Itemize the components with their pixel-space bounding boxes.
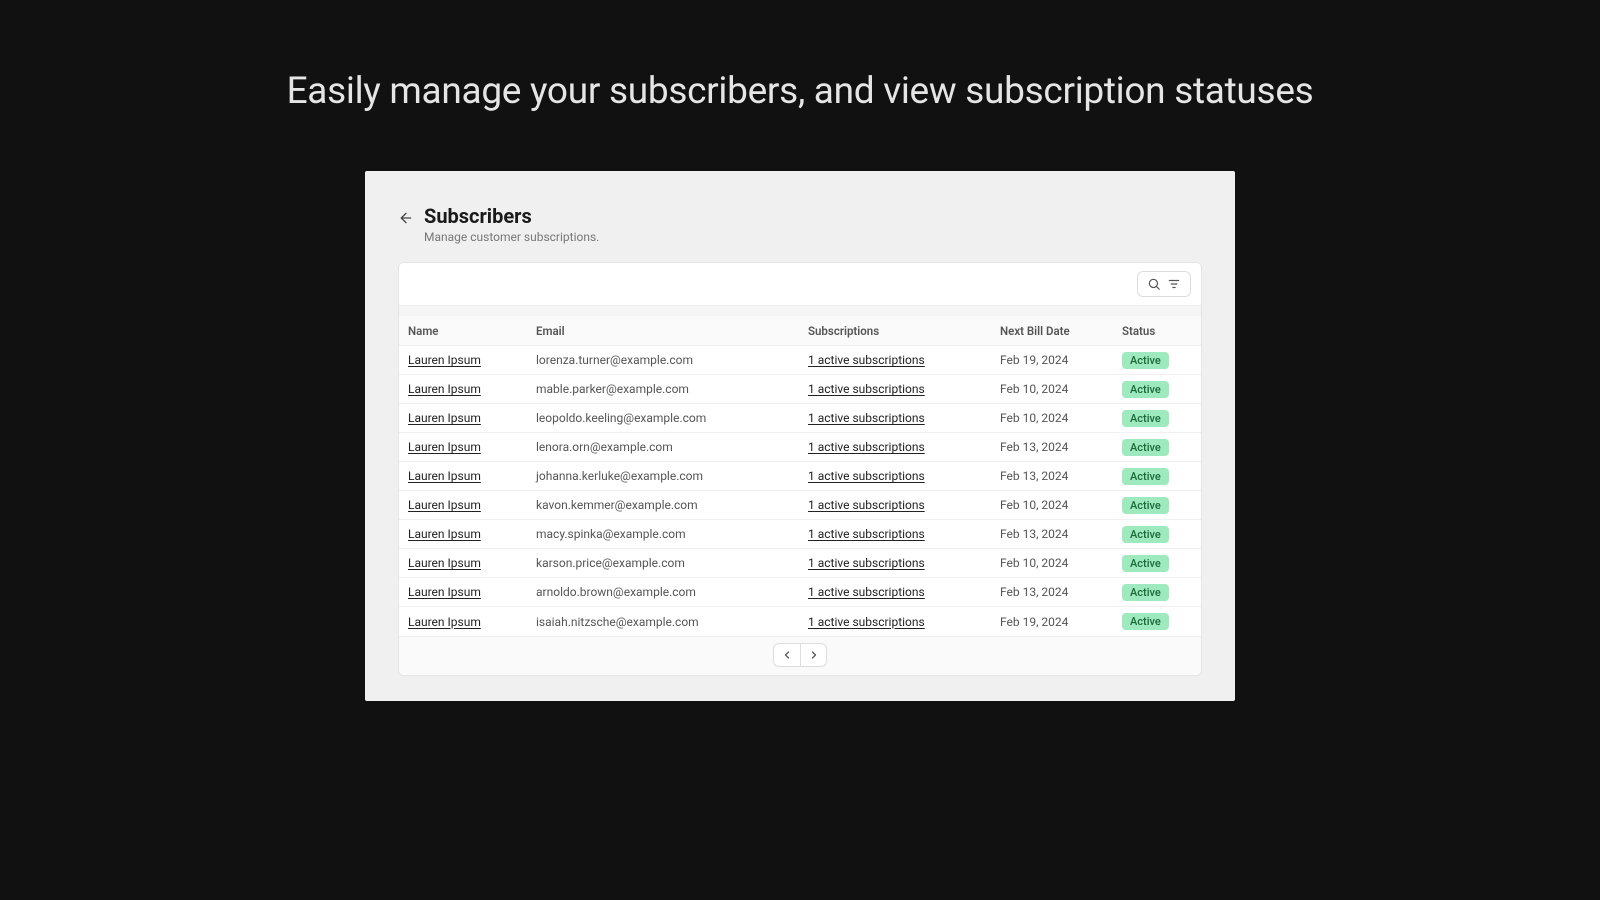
col-status: Status [1122,324,1202,338]
subscriptions-link[interactable]: 1 active subscriptions [808,440,925,454]
col-next-bill: Next Bill Date [1000,324,1122,338]
subscriber-name-link[interactable]: Lauren Ipsum [408,585,481,599]
table-row: Lauren Ipsum arnoldo.brown@example.com1 a… [399,578,1201,607]
table-row: Lauren Ipsum mable.parker@example.com1 ac… [399,375,1201,404]
subscriptions-link[interactable]: 1 active subscriptions [808,498,925,512]
status-badge: Active [1122,526,1169,543]
next-bill-date: Feb 10, 2024 [1000,382,1122,396]
subscriber-email: leopoldo.keeling@example.com [536,411,808,425]
page-headline: Easily manage your subscribers, and view… [287,70,1314,113]
page-subtitle: Manage customer subscriptions. [424,230,599,244]
subscriber-name-link[interactable]: Lauren Ipsum [408,527,481,541]
subscriber-name-link[interactable]: Lauren Ipsum [408,615,481,629]
table-row: Lauren Ipsum lorenza.turner@example.com1 … [399,346,1201,375]
subscriber-name-link[interactable]: Lauren Ipsum [408,440,481,454]
pager [773,643,827,667]
status-badge: Active [1122,555,1169,572]
subscriber-email: johanna.kerluke@example.com [536,469,808,483]
next-bill-date: Feb 13, 2024 [1000,527,1122,541]
subscriptions-link[interactable]: 1 active subscriptions [808,469,925,483]
subscribers-panel: Subscribers Manage customer subscription… [365,171,1235,701]
page-title: Subscribers [424,204,599,228]
subscriptions-link[interactable]: 1 active subscriptions [808,527,925,541]
subscriptions-link[interactable]: 1 active subscriptions [808,353,925,367]
search-icon [1147,277,1161,291]
status-badge: Active [1122,584,1169,601]
pagination [399,636,1201,675]
table-row: Lauren Ipsum karson.price@example.com1 ac… [399,549,1201,578]
status-badge: Active [1122,613,1169,630]
table-row: Lauren Ipsum johanna.kerluke@example.com1… [399,462,1201,491]
subscriber-name-link[interactable]: Lauren Ipsum [408,382,481,396]
subscriber-email: mable.parker@example.com [536,382,808,396]
next-bill-date: Feb 10, 2024 [1000,498,1122,512]
status-badge: Active [1122,381,1169,398]
next-bill-date: Feb 13, 2024 [1000,469,1122,483]
subscriptions-link[interactable]: 1 active subscriptions [808,585,925,599]
subscriber-email: lenora.orn@example.com [536,440,808,454]
next-bill-date: Feb 19, 2024 [1000,615,1122,629]
next-bill-date: Feb 13, 2024 [1000,440,1122,454]
subscriptions-link[interactable]: 1 active subscriptions [808,615,925,629]
table-header: Name Email Subscriptions Next Bill Date … [399,316,1201,346]
next-bill-date: Feb 19, 2024 [1000,353,1122,367]
subscriber-email: macy.spinka@example.com [536,527,808,541]
subscriber-email: kavon.kemmer@example.com [536,498,808,512]
subscriber-name-link[interactable]: Lauren Ipsum [408,411,481,425]
table-row: Lauren Ipsum isaiah.nitzsche@example.com1… [399,607,1201,636]
subscriber-name-link[interactable]: Lauren Ipsum [408,556,481,570]
subscriptions-link[interactable]: 1 active subscriptions [808,382,925,396]
next-bill-date: Feb 10, 2024 [1000,411,1122,425]
status-badge: Active [1122,468,1169,485]
table-row: Lauren Ipsum macy.spinka@example.com1 act… [399,520,1201,549]
prev-page-button[interactable] [774,644,800,666]
status-badge: Active [1122,439,1169,456]
subscriptions-link[interactable]: 1 active subscriptions [808,411,925,425]
search-filter-button[interactable] [1137,271,1191,297]
next-page-button[interactable] [800,644,826,666]
toolbar-gap [399,306,1201,316]
table-row: Lauren Ipsum leopoldo.keeling@example.com… [399,404,1201,433]
table-row: Lauren Ipsum kavon.kemmer@example.com1 ac… [399,491,1201,520]
next-bill-date: Feb 13, 2024 [1000,585,1122,599]
subscriber-email: lorenza.turner@example.com [536,353,808,367]
subscriber-name-link[interactable]: Lauren Ipsum [408,469,481,483]
card-toolbar [399,263,1201,306]
status-badge: Active [1122,497,1169,514]
col-name: Name [408,324,536,338]
back-arrow-icon[interactable] [398,210,414,226]
col-email: Email [536,324,808,338]
next-bill-date: Feb 10, 2024 [1000,556,1122,570]
status-badge: Active [1122,352,1169,369]
table-row: Lauren Ipsum lenora.orn@example.com1 acti… [399,433,1201,462]
subscriber-name-link[interactable]: Lauren Ipsum [408,498,481,512]
subscriber-email: isaiah.nitzsche@example.com [536,615,808,629]
subscribers-card: Name Email Subscriptions Next Bill Date … [398,262,1202,676]
subscriber-name-link[interactable]: Lauren Ipsum [408,353,481,367]
subscriber-email: arnoldo.brown@example.com [536,585,808,599]
table-body: Lauren Ipsumlorenza.turner@example.com1 … [399,346,1201,636]
status-badge: Active [1122,410,1169,427]
subscriptions-link[interactable]: 1 active subscriptions [808,556,925,570]
filter-icon [1167,277,1181,291]
col-subscriptions: Subscriptions [808,324,1000,338]
panel-header: Subscribers Manage customer subscription… [398,204,1202,244]
subscriber-email: karson.price@example.com [536,556,808,570]
